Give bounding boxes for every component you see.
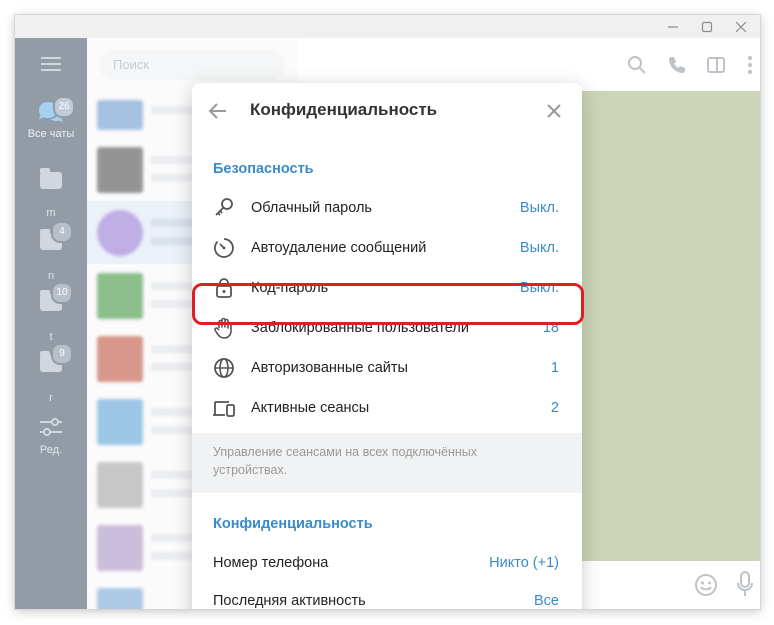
minimize-icon: [668, 25, 678, 28]
dialog-header: Конфиденциальность: [192, 83, 582, 139]
close-icon: [547, 104, 561, 118]
row-value: Выкл.: [519, 200, 559, 216]
cloud-password-row[interactable]: Облачный пароль Выкл.: [192, 188, 582, 228]
key-icon: [212, 196, 236, 220]
section-header-security: Безопасность: [213, 161, 314, 177]
window-close-button[interactable]: [724, 15, 758, 38]
timer-icon: [212, 236, 236, 260]
maximize-button[interactable]: [690, 15, 724, 38]
arrow-left-icon: [208, 103, 226, 119]
sessions-note: Управление сеансами на всех подключённых…: [192, 433, 582, 493]
row-label: Автоудаление сообщений: [251, 240, 427, 256]
privacy-dialog: Конфиденциальность Безопасность Облачный…: [192, 83, 582, 609]
minimize-button[interactable]: [656, 15, 690, 38]
back-button[interactable]: [206, 99, 230, 123]
close-button[interactable]: [542, 99, 566, 123]
globe-icon: [212, 356, 236, 380]
row-value: 2: [550, 400, 559, 416]
authorized-sites-row[interactable]: Авторизованные сайты 1: [192, 348, 582, 388]
auto-delete-row[interactable]: Автоудаление сообщений Выкл.: [192, 228, 582, 268]
highlight-annotation: [192, 283, 584, 325]
row-label: Активные сеансы: [251, 400, 370, 416]
row-value: Все: [534, 593, 559, 609]
maximize-icon: [701, 21, 713, 32]
row-label: Облачный пароль: [251, 200, 372, 216]
note-text: Управление сеансами на всех подключённых…: [213, 445, 477, 477]
row-label: Авторизованные сайты: [251, 360, 408, 376]
phone-number-row[interactable]: Номер телефона Никто (+1): [192, 543, 582, 583]
row-value: Никто (+1): [489, 555, 559, 571]
section-header-privacy: Конфиденциальность: [213, 516, 373, 532]
row-value: Выкл.: [519, 240, 559, 256]
title-bar: [15, 15, 760, 38]
row-label: Номер телефона: [213, 555, 329, 571]
dialog-title: Конфиденциальность: [250, 100, 438, 119]
last-seen-row[interactable]: Последняя активность Все: [192, 581, 582, 609]
devices-icon: [212, 396, 236, 420]
row-value: 1: [550, 360, 559, 376]
close-icon: [735, 21, 747, 32]
row-label: Последняя активность: [213, 593, 366, 609]
active-sessions-row[interactable]: Активные сеансы 2: [192, 388, 582, 428]
